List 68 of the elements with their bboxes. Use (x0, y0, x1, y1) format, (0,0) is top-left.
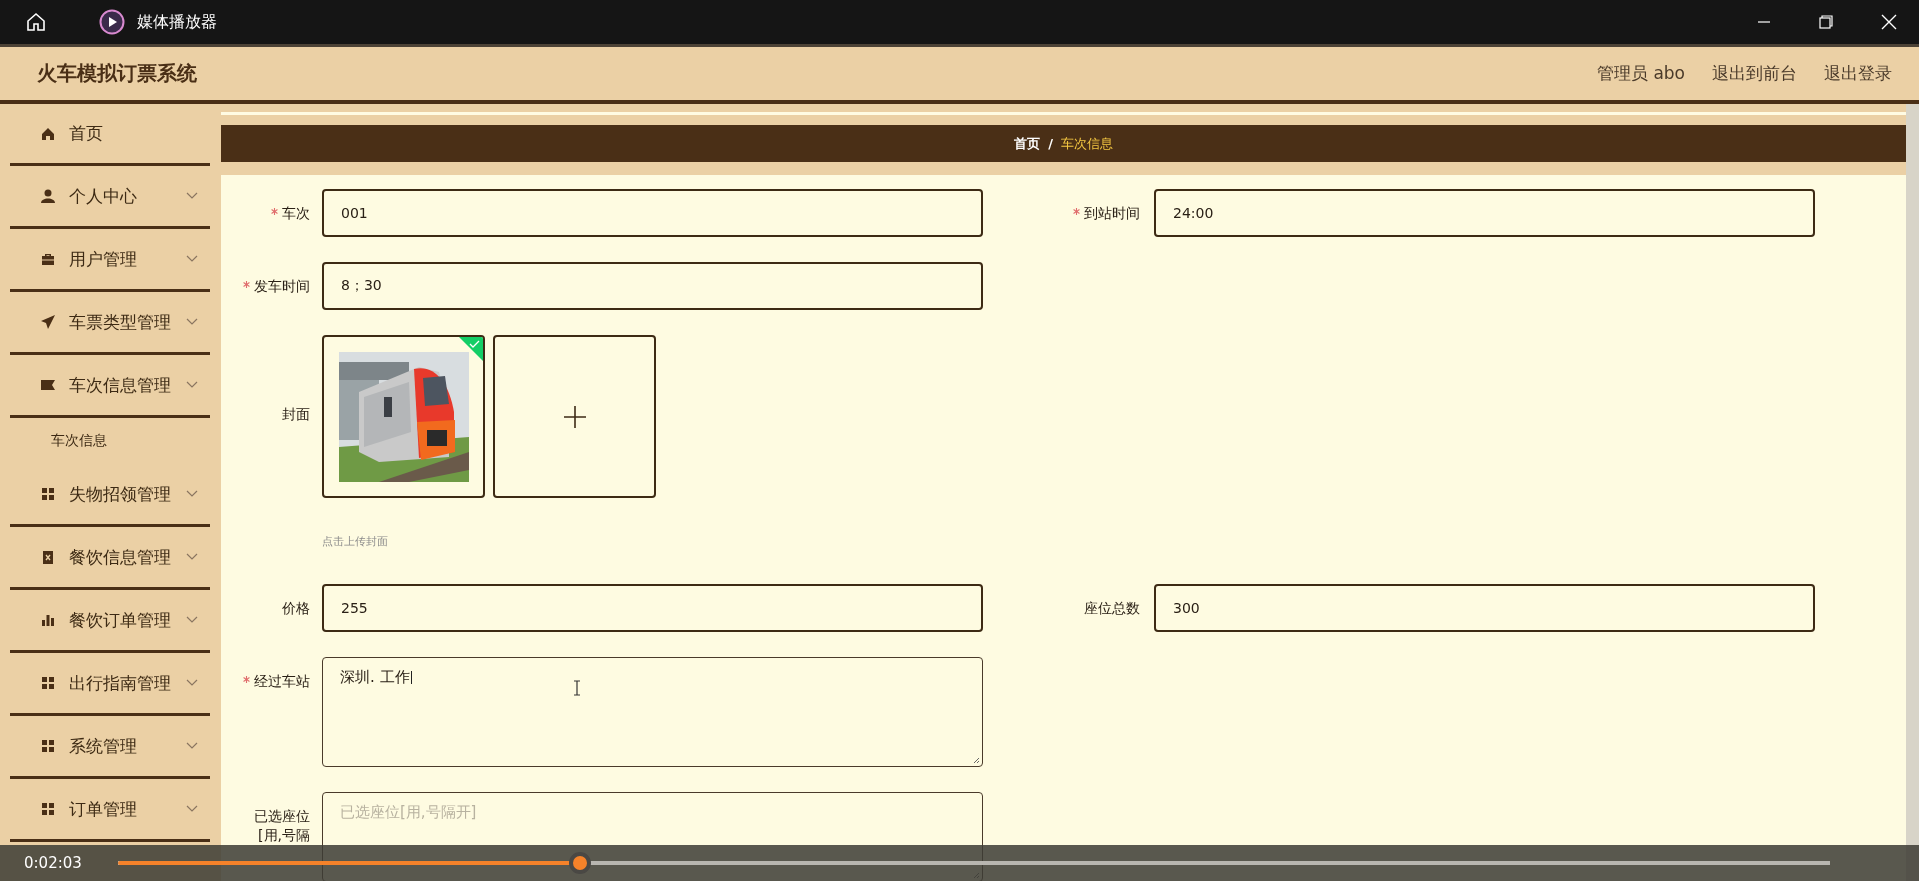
grid-icon (40, 738, 56, 754)
resize-grip-icon[interactable] (972, 756, 980, 764)
sidebar-item[interactable]: 系统管理 (10, 716, 210, 779)
paper-plane-icon (40, 314, 56, 330)
sidebar-item[interactable]: 餐饮订单管理 (10, 590, 210, 653)
breadcrumb-item[interactable]: 车次信息 (1060, 134, 1113, 153)
clipboard-icon (40, 549, 56, 565)
field-label: 座位总数 (1084, 599, 1140, 617)
restore-icon[interactable] (1819, 15, 1833, 29)
plus-icon (562, 404, 587, 429)
user-icon (40, 188, 56, 204)
field-label: [用,号隔 (258, 826, 310, 844)
upload-hint: 点击上传封面 (322, 534, 388, 549)
field-label: 发车时间 (243, 277, 310, 295)
chevron-down-icon (186, 318, 198, 326)
sidebar-item[interactable]: 个人中心 (10, 166, 210, 229)
input-field[interactable]: 8；30 (322, 262, 983, 310)
home-icon (40, 125, 56, 142)
chevron-down-icon (186, 192, 198, 200)
sidebar-item[interactable]: 用户管理 (10, 229, 210, 292)
field-label: 封面 (282, 405, 310, 423)
breadcrumb-separator: / (1048, 136, 1053, 151)
elapsed-time: 0:02:03 (24, 854, 83, 872)
sidebar-item[interactable]: 车票类型管理 (10, 292, 210, 355)
chevron-down-icon (186, 742, 198, 750)
sidebar-item[interactable]: 餐饮信息管理 (10, 527, 210, 590)
play-icon (99, 9, 125, 35)
input-field[interactable]: 300 (1154, 584, 1815, 632)
grid-icon (40, 675, 56, 691)
field-label: 经过车站 (243, 672, 310, 690)
chevron-down-icon (186, 805, 198, 813)
chevron-down-icon (186, 553, 198, 561)
window-title: 媒体播放器 (137, 11, 217, 33)
chevron-down-icon (186, 255, 198, 263)
chevron-down-icon (186, 679, 198, 687)
app-title: 火车模拟订票系统 (37, 60, 197, 87)
chevron-down-icon (186, 616, 198, 624)
sidebar-item[interactable]: 首页 (10, 104, 210, 166)
upload-button[interactable] (493, 335, 656, 498)
input-field[interactable]: 24:00 (1154, 189, 1815, 237)
header-link[interactable]: 退出登录 (1824, 62, 1892, 85)
sidebar-item[interactable]: 订单管理 (10, 779, 210, 842)
text-cursor-icon (573, 680, 581, 696)
close-icon[interactable] (1881, 14, 1897, 30)
header-link[interactable]: 退出到前台 (1712, 62, 1797, 85)
chevron-down-icon (186, 381, 198, 389)
progress-thumb[interactable] (569, 852, 592, 874)
field-label: 到站时间 (1073, 204, 1140, 222)
breadcrumb-item[interactable]: 首页 (1014, 134, 1041, 153)
sidebar-item[interactable]: 失物招领管理 (10, 464, 210, 527)
input-field[interactable]: 001 (322, 189, 983, 237)
briefcase-icon (40, 251, 56, 267)
user-name: 管理员 abo (1597, 62, 1685, 85)
chevron-down-icon (186, 490, 198, 498)
text-area[interactable]: 深圳. 工作 (322, 657, 983, 767)
image-thumbnail[interactable] (322, 335, 485, 498)
submenu-item[interactable]: 车次信息 (51, 432, 107, 450)
field-label: 已选座位 (254, 807, 310, 825)
bar-chart-icon (40, 612, 56, 628)
ticket-icon (40, 377, 56, 393)
input-field[interactable]: 255 (322, 584, 983, 632)
sidebar-item[interactable]: 车次信息管理 (10, 355, 210, 418)
grid-icon (40, 801, 56, 817)
sidebar-item[interactable]: 出行指南管理 (10, 653, 210, 716)
home-icon[interactable] (25, 11, 47, 33)
field-label: 车次 (271, 204, 310, 222)
grid-icon (40, 486, 56, 502)
field-label: 价格 (282, 599, 310, 617)
